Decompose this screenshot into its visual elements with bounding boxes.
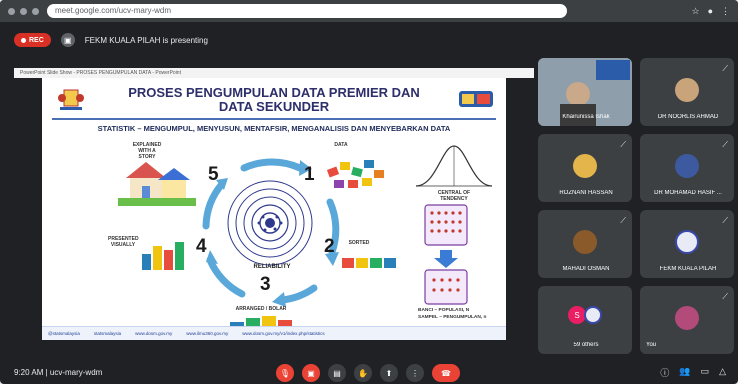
participant-name: DR NOORLIS AHMAD — [657, 114, 719, 120]
mic-off-icon: ⟋ — [620, 216, 626, 225]
more-options-button[interactable]: ⋮ — [406, 364, 424, 382]
mic-toggle-button[interactable]: 🎙 — [276, 364, 294, 382]
participant-name: ROZNANI HASSAN — [559, 190, 613, 196]
reliability-label: RELIABILITY — [253, 264, 291, 270]
profile-icon[interactable]: ● — [708, 6, 713, 17]
participant-tile-3[interactable]: ⟋ ROZNANI HASSAN — [538, 134, 632, 202]
meet-window: meet.google.com/ucv-mary-wdm ☆ ● ⋮ REC ▣… — [0, 0, 738, 384]
sorted-blocks-icon — [342, 258, 396, 268]
slide-title: PROSES PENGUMPULAN DATA PREMIER DAN DATA… — [102, 86, 446, 114]
participant-name: 59 others — [573, 342, 599, 348]
participant-tile-5[interactable]: ⟋ MAHADI OSMAN — [538, 210, 632, 278]
call-controls: 🎙 ▣ ▤ ✋ ⬆ ⋮ ☎ — [276, 364, 460, 382]
meeting-clock: 9:20 AM | ucv-mary-wdm — [14, 367, 103, 377]
step-number-3: 3 — [260, 274, 271, 295]
avatar — [675, 154, 699, 178]
bell-curve-icon — [415, 145, 493, 187]
avatar — [573, 154, 597, 178]
step-label-2: SORTED — [348, 240, 370, 246]
powerpoint-titlebar: PowerPoint Slide Show - PROSES PENGUMPUL… — [14, 68, 534, 78]
bookmark-icon[interactable]: ☆ — [691, 6, 699, 17]
participant-name: MAHADI OSMAN — [562, 266, 610, 272]
participant-tile-you[interactable]: ⟋ You — [640, 286, 734, 354]
slide: PROSES PENGUMPULAN DATA PREMIER DAN DATA… — [42, 78, 506, 340]
avatar — [675, 230, 699, 254]
step-label-3: ARRANGED / BOLAR — [235, 306, 287, 312]
camera-toggle-button[interactable]: ▣ — [302, 364, 320, 382]
step-number-4: 4 — [196, 236, 207, 257]
participant-tile-6[interactable]: ⟋ FEKM KUALA PILAH — [640, 210, 734, 278]
data-pile-icon — [326, 160, 384, 188]
footer-item-4: www.ilmu360.gov.my — [186, 331, 229, 336]
step-number-5: 5 — [208, 164, 219, 185]
recording-badge: REC — [14, 33, 51, 47]
step-label-4: PRESENTED VISUALLY — [108, 236, 139, 248]
participant-tile-4[interactable]: ⟋ DR MOHAMAD HASIF ... — [640, 134, 734, 202]
mic-off-icon: ⟋ — [722, 216, 728, 225]
presenting-icon: ▣ — [60, 33, 75, 47]
hang-up-button[interactable]: ☎ — [432, 364, 460, 382]
participant-name: Khairunissa Ishak — [562, 114, 610, 120]
footer-item-5: www.dosm.gov.my/v1/index.php/statistics — [242, 331, 325, 336]
avatar — [573, 230, 597, 254]
house-illustration-icon — [118, 162, 196, 206]
address-bar[interactable]: meet.google.com/ucv-mary-wdm — [47, 4, 567, 18]
participant-tile-2[interactable]: ⟋ DR NOORLIS AHMAD — [640, 58, 734, 126]
curve-label: CENTRAL OF TENDENCY — [437, 190, 471, 202]
footer-item-2: statsmalaysia — [93, 331, 122, 336]
avatar — [675, 306, 699, 330]
record-dot-icon — [21, 37, 26, 43]
sample-text: SAMPEL – PENGUMPULAN, n — [418, 315, 487, 320]
footer-item-1: @statsmalaysia — [48, 331, 80, 336]
participant-tile-others[interactable]: S 59 others — [538, 286, 632, 354]
avatar — [675, 78, 699, 102]
activities-icon[interactable]: △ — [719, 366, 726, 379]
step-number-1: 1 — [304, 164, 315, 185]
recording-label: REC — [29, 36, 44, 44]
mic-off-icon: ⟋ — [620, 140, 626, 149]
menu-icon[interactable]: ⋮ — [721, 6, 730, 17]
population-sample-icon — [424, 204, 468, 305]
people-icon[interactable]: 👥 — [679, 366, 690, 379]
step-number-2: 2 — [324, 236, 335, 257]
population-text: BANCI – POPULASI, N — [418, 308, 470, 313]
raise-hand-button[interactable]: ✋ — [354, 364, 372, 382]
meet-bottom-bar: 9:20 AM | ucv-mary-wdm 🎙 ▣ ▤ ✋ ⬆ ⋮ ☎ ⓘ 👥… — [0, 360, 738, 384]
participant-name: DR MOHAMAD HASIF ... — [654, 190, 722, 196]
presenting-text: FEKM KUALA PILAH is presenting — [84, 35, 208, 45]
slide-title-line2: DATA SEKUNDER — [218, 99, 330, 114]
participant-tile-1[interactable]: Khairunissa Ishak — [538, 58, 632, 126]
mic-off-icon: ⟋ — [722, 64, 728, 73]
step-label-1: DATA — [334, 142, 348, 148]
participant-name: FEKM KUALA PILAH — [659, 266, 717, 272]
present-button[interactable]: ⬆ — [380, 364, 398, 382]
meet-top-bar: REC ▣ FEKM KUALA PILAH is presenting — [0, 28, 738, 52]
dosm-logo-icon — [459, 91, 493, 107]
captions-button[interactable]: ▤ — [328, 364, 346, 382]
participant-name: You — [646, 342, 657, 348]
browser-toolbar: meet.google.com/ucv-mary-wdm ☆ ● ⋮ — [0, 0, 738, 22]
title-divider — [52, 118, 496, 120]
info-icon[interactable]: ⓘ — [660, 366, 669, 379]
others-avatar-icon — [584, 306, 602, 324]
footer-item-3: www.dosm.gov.my — [135, 331, 173, 336]
mic-off-icon: ⟋ — [722, 140, 728, 149]
slide-footer: @statsmalaysia statsmalaysia www.dosm.go… — [42, 326, 506, 340]
bar-chart-icon — [142, 242, 184, 270]
presentation-area: PowerPoint Slide Show - PROSES PENGUMPUL… — [14, 68, 534, 348]
slide-subtitle: STATISTIK – MENGUMPUL, MENYUSUN, MENTAFS… — [97, 124, 451, 133]
chat-icon[interactable]: ▭ — [701, 366, 710, 379]
browser-actions: ☆ ● ⋮ — [691, 6, 730, 17]
malaysia-crest-icon — [58, 89, 84, 110]
mic-off-icon: ⟋ — [722, 292, 728, 301]
nav-buttons[interactable] — [8, 7, 39, 15]
slide-title-line1: PROSES PENGUMPULAN DATA PREMIER DAN — [128, 85, 420, 100]
right-actions: ⓘ 👥 ▭ △ — [660, 366, 726, 379]
